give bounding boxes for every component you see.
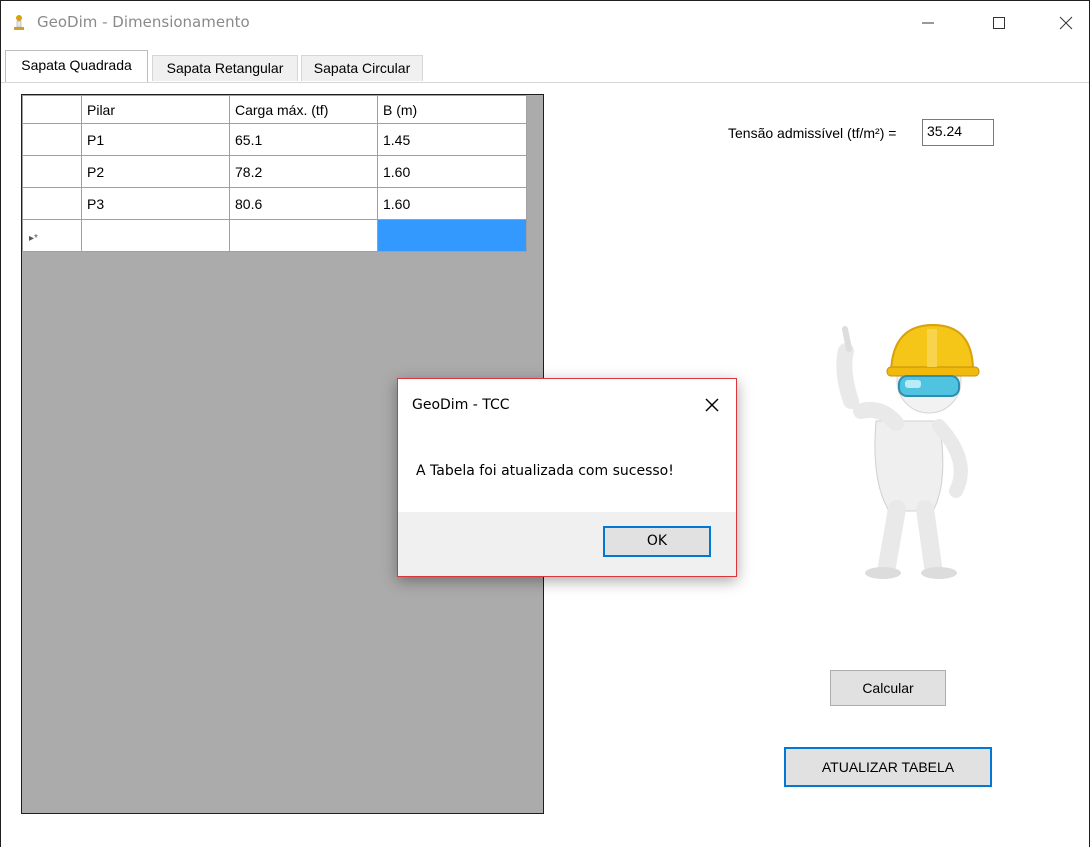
cell-pilar[interactable]: P2 <box>81 155 230 188</box>
table-row[interactable]: P2 78.2 1.60 <box>22 155 527 188</box>
row-header[interactable] <box>22 155 82 188</box>
tab-sapata-circular[interactable]: Sapata Circular <box>301 55 423 81</box>
dialog-close-button[interactable] <box>698 391 726 419</box>
grid-corner-header[interactable] <box>22 95 82 124</box>
tab-sapata-retangular[interactable]: Sapata Retangular <box>152 55 298 81</box>
dialog-title: GeoDim - TCC <box>412 397 510 413</box>
minimize-icon <box>922 22 934 24</box>
close-icon <box>705 398 719 412</box>
main-window: GeoDim - Dimensionamento Sapata Quadrada… <box>0 0 1090 847</box>
app-icon <box>11 14 27 32</box>
cell-b[interactable]: 1.60 <box>377 155 527 188</box>
column-header-b[interactable]: B (m) <box>377 95 527 124</box>
new-row[interactable]: ▸* <box>22 219 527 252</box>
window-title: GeoDim - Dimensionamento <box>37 13 250 31</box>
cell-pilar-new[interactable] <box>81 219 230 252</box>
tab-strip: Sapata Quadrada Sapata Retangular Sapata… <box>1 47 1089 83</box>
dialog-footer: OK <box>398 512 736 576</box>
new-row-header[interactable]: ▸* <box>22 219 82 252</box>
tensao-label: Tensão admissível (tf/m²) = <box>728 125 897 141</box>
table-row[interactable]: P1 65.1 1.45 <box>22 123 527 156</box>
calcular-button[interactable]: Calcular <box>830 670 946 706</box>
dialog-message: A Tabela foi atualizada com sucesso! <box>416 463 674 479</box>
worker-mascot-image <box>821 311 991 585</box>
new-row-marker-icon: ▸* <box>29 232 38 244</box>
cell-pilar[interactable]: P1 <box>81 123 230 156</box>
column-header-carga[interactable]: Carga máx. (tf) <box>229 95 378 124</box>
cell-b[interactable]: 1.60 <box>377 187 527 220</box>
grid-header-row: Pilar Carga máx. (tf) B (m) <box>22 95 527 124</box>
row-header[interactable] <box>22 123 82 156</box>
minimize-button[interactable] <box>905 1 951 45</box>
maximize-button[interactable] <box>976 1 1022 45</box>
row-header[interactable] <box>22 187 82 220</box>
column-header-pilar[interactable]: Pilar <box>81 95 230 124</box>
cell-b-new-selected[interactable] <box>377 219 527 252</box>
cell-carga[interactable]: 65.1 <box>229 123 378 156</box>
maximize-icon <box>993 17 1005 29</box>
cell-pilar[interactable]: P3 <box>81 187 230 220</box>
table-row[interactable]: P3 80.6 1.60 <box>22 187 527 220</box>
cell-b[interactable]: 1.45 <box>377 123 527 156</box>
tensao-input[interactable]: 35.24 <box>922 119 994 146</box>
cell-carga-new[interactable] <box>229 219 378 252</box>
atualizar-tabela-button[interactable]: ATUALIZAR TABELA <box>784 747 992 787</box>
ok-button[interactable]: OK <box>603 526 711 557</box>
cell-carga[interactable]: 80.6 <box>229 187 378 220</box>
message-dialog: GeoDim - TCC A Tabela foi atualizada com… <box>397 378 737 577</box>
title-bar[interactable]: GeoDim - Dimensionamento <box>1 1 1089 45</box>
cell-carga[interactable]: 78.2 <box>229 155 378 188</box>
close-button[interactable] <box>1043 1 1089 45</box>
close-icon <box>1059 16 1073 30</box>
tab-sapata-quadrada[interactable]: Sapata Quadrada <box>5 50 148 82</box>
